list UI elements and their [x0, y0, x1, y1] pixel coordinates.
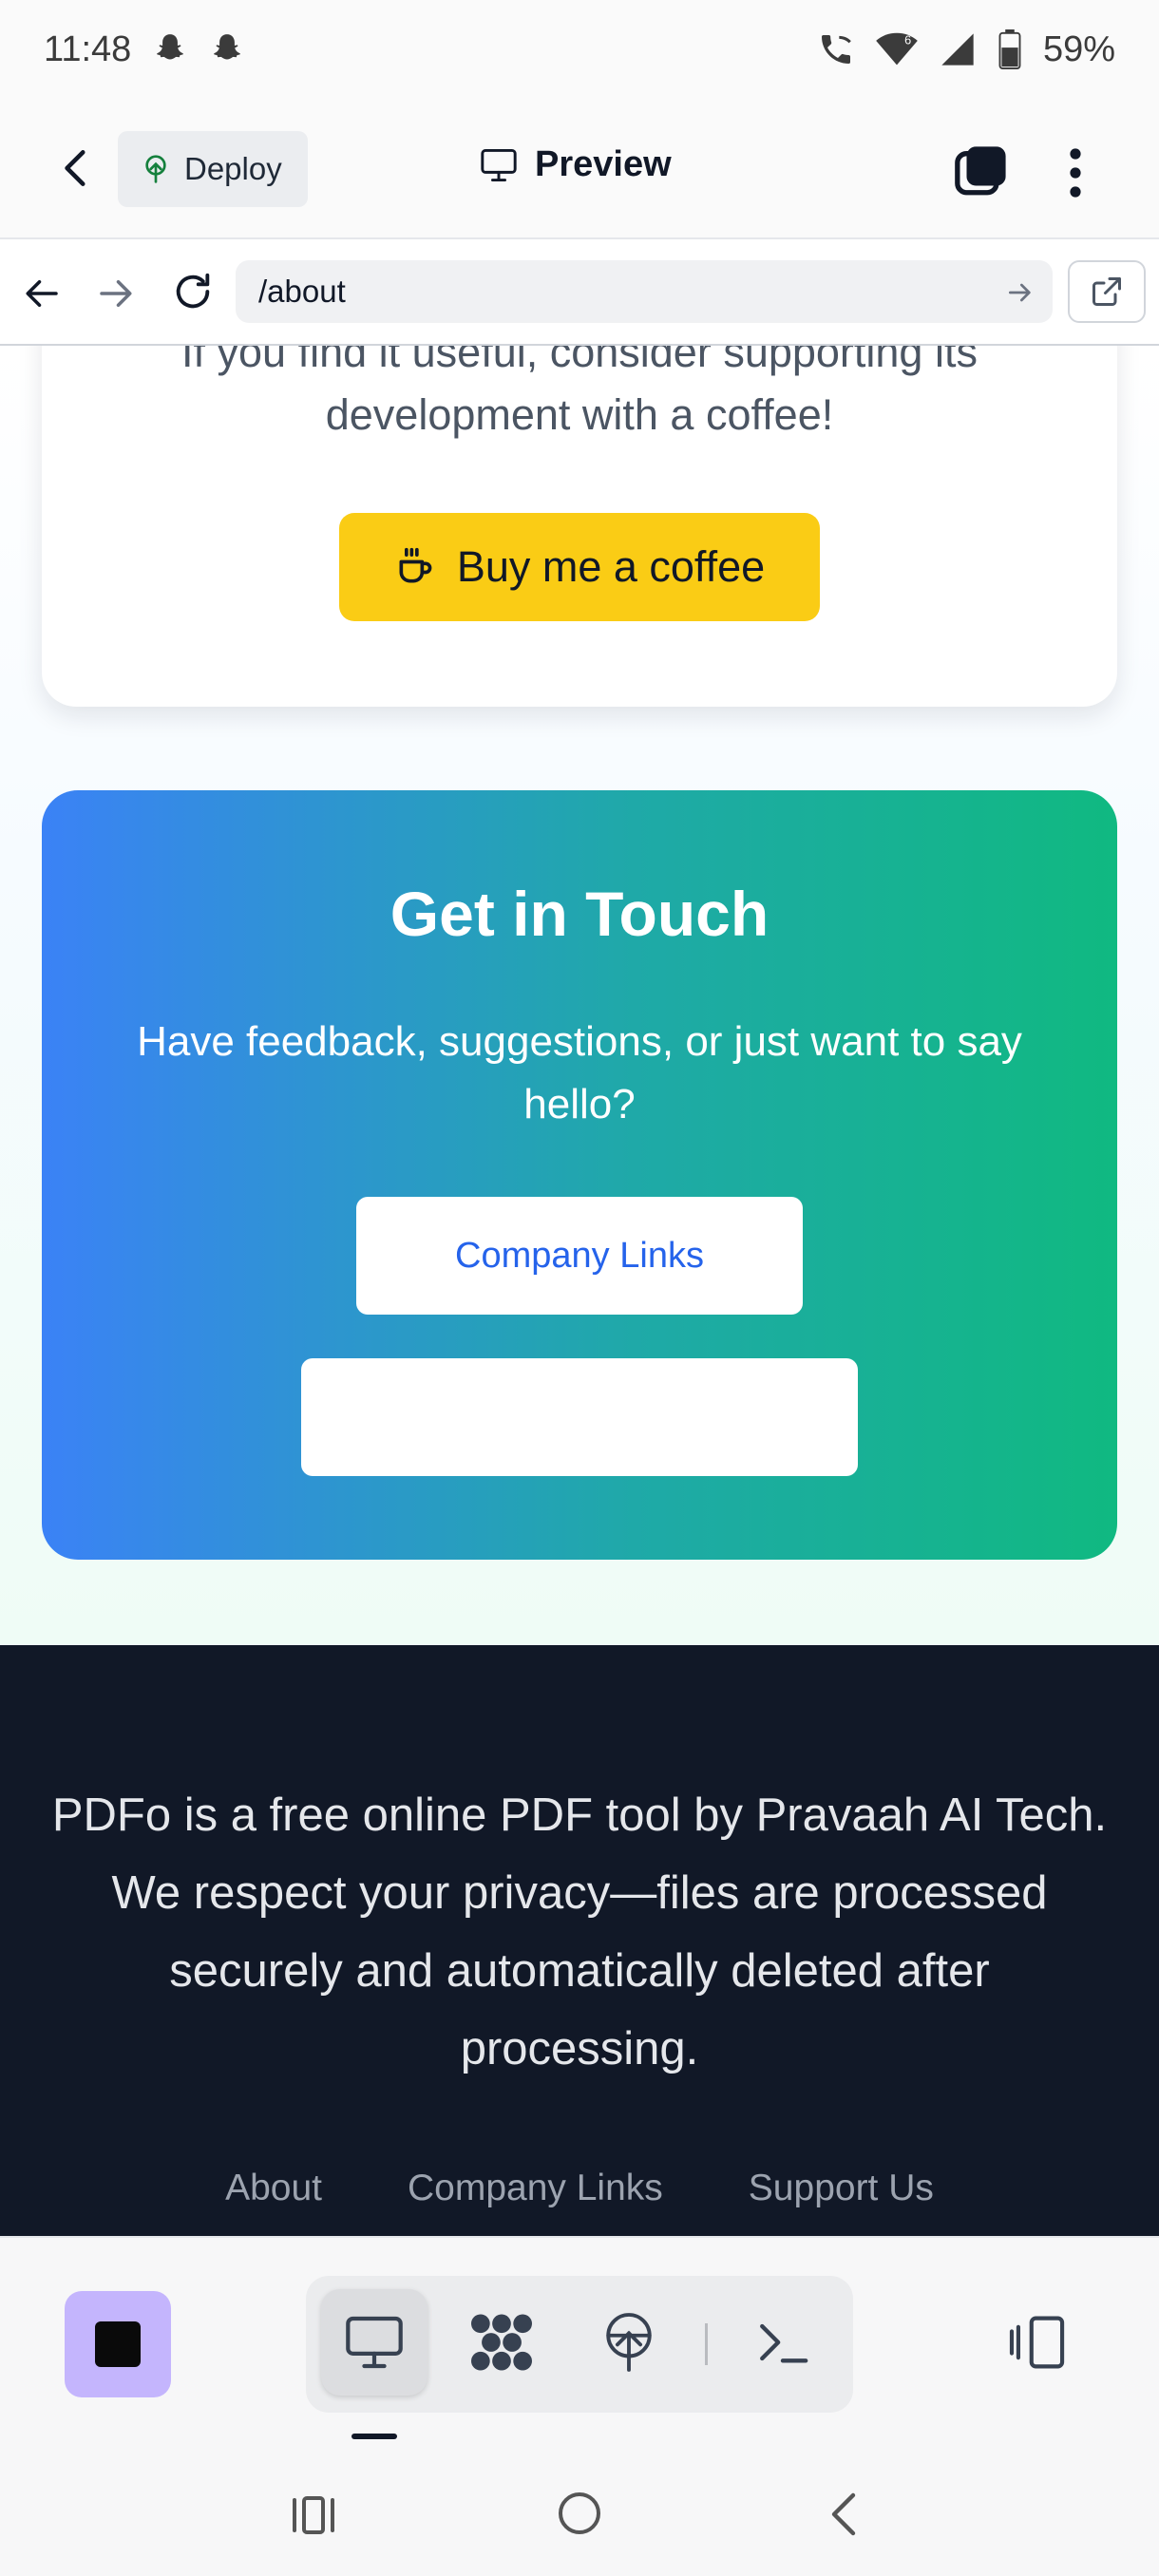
deploy-tree-icon — [145, 155, 166, 183]
segment-divider — [705, 2323, 708, 2365]
status-time: 11:48 — [44, 28, 132, 69]
back-chevron-icon[interactable] — [53, 144, 101, 192]
bottom-toolbar — [0, 2236, 1159, 2453]
system-nav-bar — [0, 2453, 1159, 2576]
arrow-right-icon[interactable] — [95, 274, 135, 313]
home-icon[interactable] — [557, 2491, 602, 2536]
monitor-icon — [481, 148, 517, 181]
external-link-icon — [1092, 277, 1121, 306]
coffee-cup-icon — [399, 547, 432, 583]
terminal-icon — [760, 2323, 808, 2363]
get-in-touch-card: Get in Touch Have feedback, suggestions,… — [42, 790, 1117, 1560]
get-in-touch-subtitle: Have feedback, suggestions, or just want… — [137, 1018, 1022, 1127]
wifi-call-icon — [821, 35, 851, 64]
tab-apps[interactable] — [448, 2289, 555, 2396]
status-right: 6 59% — [817, 29, 1115, 70]
open-external-button[interactable] — [1068, 260, 1146, 323]
deploy-button[interactable]: Deploy — [118, 131, 308, 207]
footer-link-about[interactable]: About — [225, 2168, 322, 2209]
arrow-left-icon[interactable] — [23, 274, 63, 313]
wifi-badge: 6 — [904, 33, 911, 47]
desktop-preview-icon — [346, 2316, 403, 2369]
footer-link-support-us[interactable]: Support Us — [749, 2168, 934, 2209]
status-left: 11:48 — [44, 29, 245, 70]
reload-icon[interactable] — [171, 270, 215, 313]
company-links-button[interactable]: Company Links — [356, 1197, 803, 1315]
more-vertical-icon[interactable] — [1056, 144, 1094, 201]
site-footer: PDFo is a free online PDF tool by Pravaa… — [0, 1645, 1159, 2236]
status-bar: 11:48 6 59% — [0, 0, 1159, 99]
company-links-label: Company Links — [455, 1235, 704, 1276]
snapchat-ghost-icon — [157, 34, 184, 60]
preview-title: Preview — [480, 144, 672, 185]
go-arrow-icon[interactable] — [1005, 277, 1036, 308]
screen: 11:48 6 59% Deploy Preview /about If you… — [0, 0, 1159, 2576]
tab-desktop-preview[interactable] — [321, 2289, 428, 2396]
tab-terminal[interactable] — [730, 2289, 836, 2396]
snapchat-ghost-icon — [214, 34, 241, 60]
wifi-icon: 6 — [876, 33, 918, 66]
apps-grid-icon — [471, 2314, 532, 2371]
footer-description: PDFo is a free online PDF tool by Pravaa… — [51, 1790, 1108, 2074]
get-in-touch-title: Get in Touch — [390, 879, 770, 949]
web-content: If you find it useful, consider supporti… — [0, 346, 1159, 1645]
app-header: Deploy Preview — [0, 99, 1159, 239]
stop-button[interactable] — [65, 2291, 171, 2397]
system-back-icon[interactable] — [823, 2491, 868, 2538]
tabs-switcher-icon[interactable] — [953, 144, 1008, 199]
deploy-icon — [606, 2313, 652, 2372]
preview-label: Preview — [535, 144, 672, 184]
active-tab-indicator — [352, 2434, 397, 2439]
contact-secondary-button[interactable] — [301, 1358, 858, 1476]
support-text: If you find it useful, consider supporti… — [181, 346, 978, 439]
stop-icon — [95, 2321, 141, 2367]
recent-apps-icon[interactable] — [291, 2494, 336, 2536]
split-view-icon[interactable] — [1009, 2314, 1072, 2371]
deploy-label: Deploy — [184, 151, 282, 186]
footer-link-company-links[interactable]: Company Links — [408, 2168, 663, 2209]
url-path: /about — [258, 274, 346, 309]
support-card: If you find it useful, consider supporti… — [42, 346, 1117, 707]
signal-icon — [941, 33, 974, 66]
buy-coffee-label: Buy me a coffee — [456, 542, 766, 591]
footer-links: About Company Links Support Us — [0, 2168, 1159, 2209]
url-bar: /about — [0, 239, 1159, 346]
buy-coffee-button[interactable]: Buy me a coffee — [339, 513, 820, 621]
tab-deploy[interactable] — [576, 2289, 682, 2396]
url-input[interactable]: /about — [236, 260, 1053, 323]
battery-icon — [998, 29, 1021, 69]
view-segmented-control — [306, 2276, 853, 2413]
battery-percent: 59% — [1042, 28, 1115, 69]
